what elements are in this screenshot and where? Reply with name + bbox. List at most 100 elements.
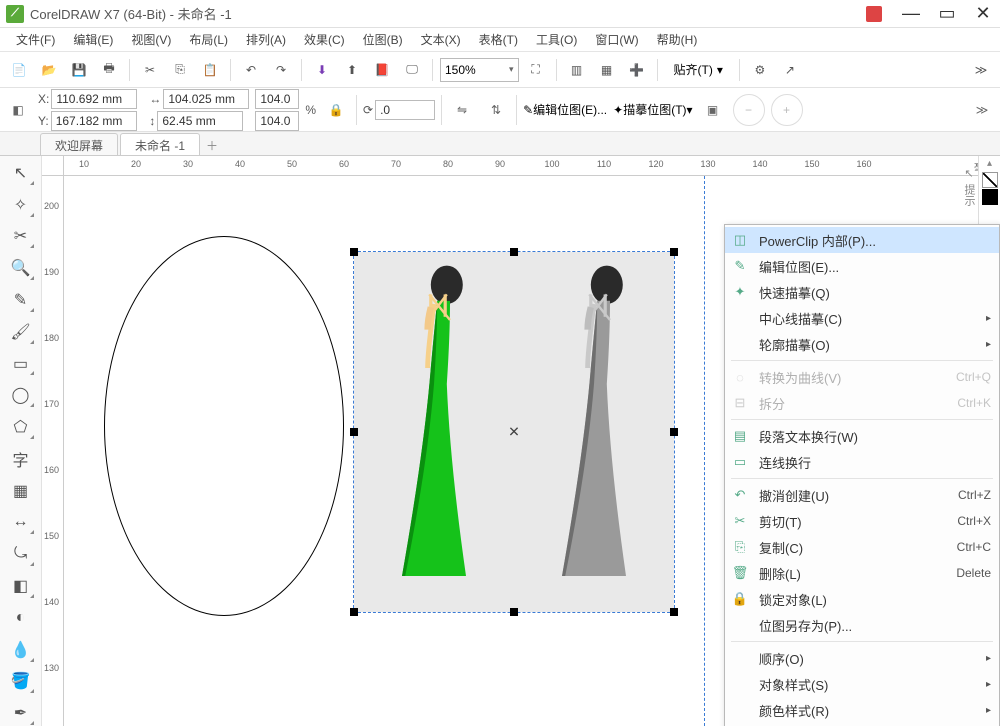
mirror-h-button[interactable]: ⇋	[448, 96, 476, 124]
menu-item[interactable]: 工具(O)	[528, 28, 585, 51]
context-menu-item[interactable]: ✦快速描摹(Q)	[725, 279, 999, 305]
freehand-tool[interactable]: ✎	[7, 287, 35, 313]
options-button[interactable]: ⚙	[747, 57, 773, 83]
zoom-dropdown[interactable]: 150% ▾	[440, 58, 519, 82]
copy-button[interactable]: ⎘	[167, 57, 193, 83]
fullscreen-button[interactable]: ⛶	[523, 57, 549, 83]
rotation-input[interactable]	[375, 100, 435, 120]
context-menu-item[interactable]: 轮廓描摹(O)▸	[725, 331, 999, 357]
publish-pdf-button[interactable]: 📕	[369, 57, 395, 83]
cut-button[interactable]: ✂	[137, 57, 163, 83]
context-menu-item[interactable]: ◫PowerClip 内部(P)...	[725, 227, 999, 253]
hints-docker-tab[interactable]: ↖ 提示	[960, 156, 978, 216]
pick-tool[interactable]: ↖	[7, 160, 35, 186]
toolbar-overflow-button[interactable]: ≫	[968, 57, 994, 83]
close-button[interactable]: ✕	[972, 3, 994, 25]
resize-handle[interactable]	[350, 608, 358, 616]
export-button[interactable]: ⬆	[339, 57, 365, 83]
dimension-tool[interactable]: ↔	[7, 510, 35, 536]
resize-handle[interactable]	[350, 428, 358, 436]
tab-untitled[interactable]: 未命名 -1	[120, 133, 200, 155]
resize-handle[interactable]	[670, 608, 678, 616]
lock-ratio-button[interactable]: 🔒	[322, 96, 350, 124]
mirror-v-button[interactable]: ⇅	[482, 96, 510, 124]
context-menu-item[interactable]: ✂剪切(T)Ctrl+X	[725, 508, 999, 534]
context-menu-item[interactable]: 🔒锁定对象(L)	[725, 586, 999, 612]
context-menu-item[interactable]: 位图另存为(P)...	[725, 612, 999, 638]
open-button[interactable]: 📂	[36, 57, 62, 83]
ruler-origin[interactable]	[42, 156, 64, 176]
context-menu-item[interactable]: ▭连线换行	[725, 449, 999, 475]
context-menu-item[interactable]: ▤段落文本换行(W)	[725, 423, 999, 449]
vertical-ruler[interactable]: 200190180170160150140130	[42, 176, 64, 726]
shape-tool[interactable]: ✧	[7, 192, 35, 218]
save-button[interactable]: 💾	[66, 57, 92, 83]
context-menu-item[interactable]: 中心线描摹(C)▸	[725, 305, 999, 331]
table-tool[interactable]: ▦	[7, 478, 35, 504]
menu-item[interactable]: 帮助(H)	[649, 28, 706, 51]
menu-item[interactable]: 文件(F)	[8, 28, 63, 51]
menu-item[interactable]: 位图(B)	[355, 28, 411, 51]
menu-item[interactable]: 布局(L)	[181, 28, 236, 51]
artistic-tool[interactable]: 🖌	[7, 319, 35, 345]
print-button[interactable]: 🖶	[96, 57, 122, 83]
effects-tool[interactable]: ◧	[7, 573, 35, 599]
grid-button[interactable]: ▦	[594, 57, 620, 83]
menu-item[interactable]: 排列(A)	[238, 28, 294, 51]
horizontal-ruler[interactable]: 毫米 1020304050607080901001101201301401501…	[64, 156, 1000, 176]
scale-x-input[interactable]	[255, 89, 299, 109]
pos-x-input[interactable]	[51, 89, 137, 109]
vertical-guide[interactable]	[704, 176, 705, 726]
maximize-button[interactable]: ▭	[936, 3, 958, 25]
rulers-button[interactable]: ▥	[564, 57, 590, 83]
polygon-tool[interactable]: ⬠	[7, 414, 35, 440]
resize-handle[interactable]	[670, 428, 678, 436]
menu-item[interactable]: 视图(V)	[123, 28, 179, 51]
width-input[interactable]	[163, 89, 249, 109]
canvas-area[interactable]: 毫米 1020304050607080901001101201301401501…	[42, 156, 1000, 726]
context-menu-item[interactable]: ⎘复制(C)Ctrl+C	[725, 534, 999, 560]
eyedropper-tool[interactable]: 💧	[7, 637, 35, 663]
menu-item[interactable]: 文本(X)	[413, 28, 469, 51]
context-menu-item[interactable]: 对象样式(S)▸	[725, 671, 999, 697]
resize-handle[interactable]	[350, 248, 358, 256]
undo-button[interactable]: ↶	[238, 57, 264, 83]
trace-bitmap-button[interactable]: ✦描摹位图(T)▾	[613, 101, 692, 118]
connector-tool[interactable]: ⤿	[7, 541, 35, 567]
rectangle-tool[interactable]: ▭	[7, 351, 35, 377]
ellipse-object[interactable]	[104, 236, 344, 616]
color-swatch[interactable]	[982, 189, 998, 205]
menu-item[interactable]: 编辑(E)	[65, 28, 121, 51]
screen-button[interactable]: 🖵	[399, 57, 425, 83]
scale-y-input[interactable]	[255, 111, 299, 131]
context-menu-item[interactable]: 🗑删除(L)Delete	[725, 560, 999, 586]
resize-handle[interactable]	[510, 608, 518, 616]
minimize-button[interactable]: —	[900, 3, 922, 25]
palette-up-button[interactable]: ▴	[987, 158, 992, 172]
snap-to-button[interactable]: 贴齐(T) ▾	[665, 57, 732, 83]
context-menu-item[interactable]: ✎编辑位图(E)...	[725, 253, 999, 279]
propbar-overflow-button[interactable]: ≫	[968, 96, 996, 124]
menu-item[interactable]: 窗口(W)	[587, 28, 646, 51]
guides-button[interactable]: ➕	[624, 57, 650, 83]
fill-tool[interactable]: 🪣	[7, 669, 35, 695]
redo-button[interactable]: ↷	[268, 57, 294, 83]
paste-button[interactable]: 📋	[197, 57, 223, 83]
resize-handle[interactable]	[670, 248, 678, 256]
no-fill-swatch[interactable]	[982, 172, 998, 188]
pos-y-input[interactable]	[51, 111, 137, 131]
crop-tool[interactable]: ✂	[7, 224, 35, 250]
selected-bitmap[interactable]: ✕	[354, 252, 674, 612]
menu-item[interactable]: 效果(C)	[296, 28, 353, 51]
outline-tool[interactable]: ✒	[7, 700, 35, 726]
text-tool[interactable]: 字	[7, 446, 35, 472]
canvas[interactable]: ✕ ◫PowerClip 内部(P)...✎编辑位图(E)...✦快速描摹(Q)…	[64, 176, 1000, 726]
import-button[interactable]: ⬇	[309, 57, 335, 83]
color-swatch[interactable]	[982, 207, 998, 223]
resize-handle[interactable]	[510, 248, 518, 256]
context-menu-item[interactable]: 顺序(O)▸	[725, 645, 999, 671]
context-menu-item[interactable]: ↶撤消创建(U)Ctrl+Z	[725, 482, 999, 508]
new-doc-button[interactable]: 📄	[6, 57, 32, 83]
edit-bitmap-button[interactable]: ✎编辑位图(E)...	[523, 101, 607, 118]
user-badge-icon[interactable]	[866, 6, 882, 22]
